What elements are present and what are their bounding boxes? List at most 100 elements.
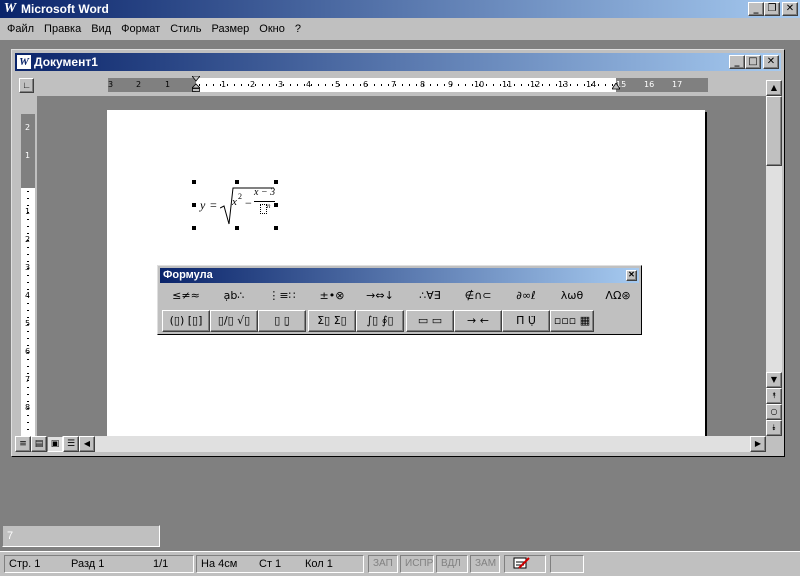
vertical-scroll-thumb[interactable] — [766, 96, 782, 166]
prev-page-button[interactable]: ⯭ — [766, 388, 782, 404]
scroll-right-button[interactable]: ▶ — [750, 436, 766, 452]
vruler-labels: 2 1 1 2 3 4 5 6 7 8 — [21, 114, 35, 436]
fence-templates-button[interactable]: (▯) [▯] — [162, 310, 210, 332]
resize-handle[interactable] — [192, 226, 196, 230]
formula-close-button[interactable]: ✕ — [626, 270, 637, 281]
misc-symbols-button[interactable]: ∂∞ℓ — [502, 286, 550, 308]
status-rec[interactable]: ЗАП — [368, 555, 398, 573]
document-icon[interactable]: W — [17, 55, 31, 69]
lower-panel: 7 — [2, 525, 160, 547]
scroll-up-button[interactable]: ▲ — [766, 80, 782, 96]
resize-handle[interactable] — [274, 180, 278, 184]
underbar-overbar-templates-button[interactable]: ▭ ▭ — [406, 310, 454, 332]
app-title: Microsoft Word — [21, 2, 109, 16]
resize-handle[interactable] — [192, 203, 196, 207]
status-position-field[interactable]: На 4см Ст 1 Кол 1 — [196, 555, 364, 573]
menu-size[interactable]: Размер — [206, 23, 254, 35]
app-title-bar: W Microsoft Word _ ❐ ✕ — [0, 0, 800, 18]
eq-lhs: y — [200, 198, 206, 212]
eq-minus: − — [245, 196, 252, 210]
close-button[interactable]: ✕ — [782, 2, 798, 16]
ruler-label: 3 — [108, 80, 114, 89]
ruler-label: 14 — [586, 80, 597, 89]
eq-numerator: x − 3 — [254, 187, 276, 198]
fraction-bar — [254, 201, 275, 202]
status-pages: 1/1 — [153, 558, 169, 570]
scroll-left-button[interactable]: ◀ — [79, 436, 95, 452]
status-page: Стр. 1 — [9, 558, 41, 570]
formula-toolbar-title: Формула — [163, 269, 213, 281]
spaces-ellipses-button[interactable]: ạb∴ — [210, 286, 258, 308]
menu-help[interactable]: ? — [290, 23, 306, 35]
status-empty-field — [550, 555, 584, 573]
normal-view-button[interactable]: ≡ — [15, 436, 31, 452]
outline-view-button[interactable]: ☰ — [63, 436, 79, 452]
doc-minimize-button[interactable]: _ — [729, 55, 745, 69]
menu-view[interactable]: Вид — [86, 23, 116, 35]
document-title: Документ1 — [34, 55, 98, 69]
set-theory-button[interactable]: ∉∩⊂ — [454, 286, 502, 308]
menu-edit[interactable]: Правка — [39, 23, 86, 35]
status-ovr[interactable]: ЗАМ — [470, 555, 500, 573]
matrix-templates-button[interactable]: ▫▫▫ ▦ — [550, 310, 594, 332]
status-trk[interactable]: ИСПР — [400, 555, 434, 573]
status-ext[interactable]: ВДЛ — [436, 555, 468, 573]
greek-lowercase-button[interactable]: λωθ — [550, 286, 594, 308]
select-browse-object-button[interactable]: ○ — [766, 404, 782, 420]
horizontal-scrollbar[interactable]: ≡ ▤ ▣ ☰ ◀ ▶ — [15, 436, 766, 452]
next-page-button[interactable]: ⯯ — [766, 420, 782, 436]
embellishments-button[interactable]: ⋮≡∷ — [258, 286, 306, 308]
formula-toolbar-title-bar[interactable]: Формула ✕ — [160, 268, 639, 283]
arrow-symbols-button[interactable]: →⇔↓ — [356, 286, 404, 308]
document-window: W Документ1 _ □ ✕ ∟ 3 2 1 1 2 3 4 5 6 7 … — [11, 49, 785, 457]
status-at: На 4см — [201, 558, 238, 570]
right-indent-marker[interactable] — [611, 82, 621, 90]
ruler-label: 1 — [165, 80, 171, 89]
scroll-down-button[interactable]: ▼ — [766, 372, 782, 388]
ruler-label: 2 — [25, 235, 31, 244]
ruler-label: 7 — [25, 375, 31, 384]
doc-maximize-button[interactable]: □ — [745, 55, 761, 69]
status-page-field[interactable]: Стр. 1 Разд 1 1/1 — [4, 555, 194, 573]
indent-marker[interactable] — [191, 75, 201, 92]
resize-handle[interactable] — [274, 203, 278, 207]
ruler-label: 10 — [474, 80, 485, 89]
summation-templates-button[interactable]: Σ▯ Σ▯ — [308, 310, 356, 332]
menu-window[interactable]: Окно — [254, 23, 290, 35]
ruler-label: 9 — [448, 80, 454, 89]
integral-templates-button[interactable]: ∫▯ ∮▯ — [356, 310, 404, 332]
doc-close-button[interactable]: ✕ — [763, 55, 779, 69]
eq-sup: 2 — [238, 192, 242, 201]
fraction-radical-templates-button[interactable]: ▯/▯ √▯ — [210, 310, 258, 332]
resize-handle[interactable] — [192, 180, 196, 184]
relational-symbols-button[interactable]: ≤≠≈ — [162, 286, 210, 308]
ruler-label: 2 — [136, 80, 142, 89]
operator-symbols-button[interactable]: ±•⊗ — [308, 286, 356, 308]
spelling-status-icon[interactable] — [504, 555, 546, 573]
minimize-button[interactable]: _ — [748, 2, 764, 16]
page-view-button[interactable]: ▣ — [47, 436, 63, 452]
resize-handle[interactable] — [235, 180, 239, 184]
menu-file[interactable]: Файл — [2, 23, 39, 35]
ruler-label: 8 — [420, 80, 426, 89]
greek-uppercase-button[interactable]: ΛΩ⊛ — [596, 286, 640, 308]
restore-button[interactable]: ❐ — [764, 2, 780, 16]
status-bar: Стр. 1 Разд 1 1/1 На 4см Ст 1 Кол 1 ЗАП … — [0, 551, 800, 576]
ruler-label: 5 — [335, 80, 341, 89]
tab-stop-selector[interactable]: ∟ — [19, 78, 34, 93]
labeled-arrow-templates-button[interactable]: → ← — [454, 310, 502, 332]
web-view-button[interactable]: ▤ — [31, 436, 47, 452]
equation-object[interactable]: y = x 2 − x − 3 n — [192, 180, 278, 230]
eq-placeholder[interactable] — [260, 204, 267, 214]
menu-format[interactable]: Формат — [116, 23, 165, 35]
ruler-label: 3 — [25, 263, 31, 272]
subscript-superscript-templates-button[interactable]: ▯ ▯̣ — [258, 310, 306, 332]
products-set-theory-templates-button[interactable]: Π̄ Ụ̈ — [502, 310, 550, 332]
menu-style[interactable]: Стиль — [165, 23, 206, 35]
ruler-label: 5 — [25, 319, 31, 328]
resize-handle[interactable] — [274, 226, 278, 230]
logical-symbols-button[interactable]: ∴∀∃ — [406, 286, 454, 308]
word-w-icon[interactable]: W — [2, 1, 18, 17]
vertical-scrollbar[interactable]: ▲ ▼ ⯭ ○ ⯯ — [766, 80, 782, 436]
resize-handle[interactable] — [235, 226, 239, 230]
